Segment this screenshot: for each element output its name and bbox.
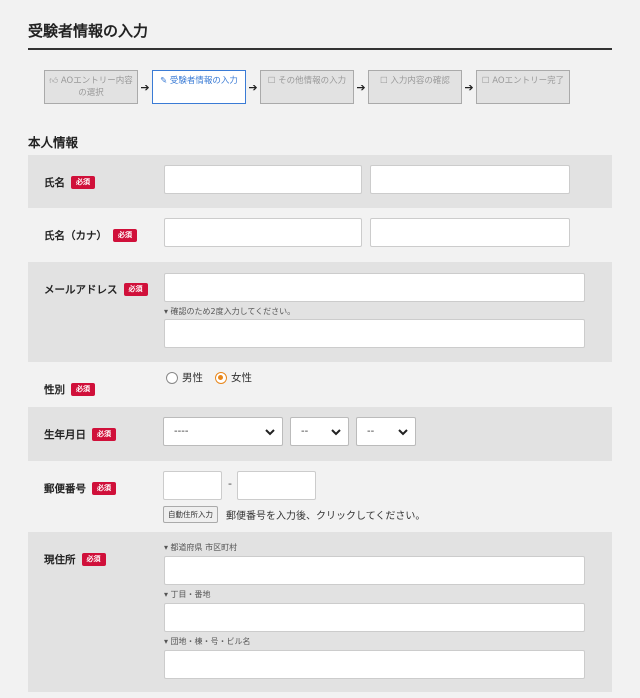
arrow-right-icon: ➔ bbox=[356, 80, 366, 94]
required-badge: 必須 bbox=[71, 383, 95, 396]
step-label: AOエントリー内容の選択 bbox=[60, 76, 133, 98]
postal-code-first-input[interactable] bbox=[163, 471, 222, 500]
gender-option-label: 女性 bbox=[231, 372, 252, 384]
arrow-right-icon: ➔ bbox=[140, 80, 150, 94]
checkbox-icon: ☐ bbox=[267, 76, 276, 86]
address-label: 現住所 bbox=[44, 554, 76, 566]
address-sublabel-building: ▾ 団地・棟・号・ビル名 bbox=[164, 637, 251, 646]
birthdate-label: 生年月日 bbox=[44, 429, 86, 441]
required-badge: 必須 bbox=[113, 229, 137, 242]
radio-female[interactable] bbox=[215, 371, 227, 384]
step-label: 入力内容の確認 bbox=[390, 76, 450, 86]
required-badge: 必須 bbox=[92, 482, 116, 495]
birth-month-select[interactable]: -- bbox=[290, 417, 349, 446]
step-complete: ☐ AOエントリー完了 bbox=[476, 70, 570, 104]
kana-label: 氏名（カナ） bbox=[44, 230, 107, 242]
name-label: 氏名 bbox=[44, 177, 65, 189]
progress-steps: 👍︎ AOエントリー内容の選択 ➔ ✎ 受験者情報の入力 ➔ ☐ その他情報の入… bbox=[44, 70, 570, 104]
birth-year-select[interactable]: ---- bbox=[163, 417, 283, 446]
last-name-input[interactable] bbox=[164, 165, 362, 194]
chevron-down-icon bbox=[398, 429, 408, 436]
checkbox-icon: ☐ bbox=[380, 76, 388, 86]
step-applicant-info: ✎ 受験者情報の入力 bbox=[152, 70, 246, 104]
checkbox-icon: ☐ bbox=[481, 76, 490, 86]
gender-row: 性別 必須 男性 女性 bbox=[28, 362, 612, 407]
kana-row: 氏名（カナ） 必須 bbox=[28, 208, 612, 262]
address-label-group: 現住所 必須 bbox=[44, 552, 106, 567]
gender-radio-group: 男性 女性 bbox=[166, 370, 258, 385]
select-value: -- bbox=[301, 426, 309, 437]
edit-icon: ✎ bbox=[160, 76, 168, 86]
required-badge: 必須 bbox=[123, 283, 148, 296]
email-row: メールアドレス 必須 ▾ 確認のため2度入力してください。 bbox=[28, 262, 612, 362]
birthdate-label-group: 生年月日 必須 bbox=[44, 427, 116, 442]
postal-separator: - bbox=[228, 477, 232, 490]
thumbs-up-icon: 👍︎ bbox=[49, 76, 59, 86]
last-name-kana-input[interactable] bbox=[164, 218, 362, 247]
arrow-right-icon: ➔ bbox=[248, 80, 258, 94]
arrow-right-icon: ➔ bbox=[464, 80, 474, 94]
postal-code-second-input[interactable] bbox=[237, 471, 316, 500]
street-address-input[interactable] bbox=[164, 603, 585, 632]
name-row: 氏名 必須 bbox=[28, 155, 612, 208]
email-confirm-note: ▾ 確認のため2度入力してください。 bbox=[164, 307, 296, 316]
address-sublabel-city: ▾ 都道府県 市区町村 bbox=[164, 543, 238, 552]
email-confirm-input[interactable] bbox=[164, 319, 585, 348]
name-label-group: 氏名 必須 bbox=[44, 175, 95, 190]
step-label: 受験者情報の入力 bbox=[169, 76, 238, 86]
gender-option-label: 男性 bbox=[182, 372, 203, 384]
gender-label: 性別 bbox=[44, 384, 65, 396]
postal-label-group: 郵便番号 必須 bbox=[44, 481, 116, 496]
first-name-input[interactable] bbox=[370, 165, 570, 194]
required-badge: 必須 bbox=[92, 428, 116, 441]
gender-option-female[interactable]: 女性 bbox=[215, 370, 252, 385]
section-title: 本人情報 bbox=[28, 135, 79, 150]
select-value: -- bbox=[367, 426, 375, 437]
step-ao-entry-selection: 👍︎ AOエントリー内容の選択 bbox=[44, 70, 138, 104]
radio-male[interactable] bbox=[166, 371, 178, 384]
email-input[interactable] bbox=[164, 273, 585, 302]
address-sublabel-street: ▾ 丁目・番地 bbox=[164, 590, 211, 599]
auto-address-button[interactable]: 自動住所入力 bbox=[163, 506, 218, 523]
chevron-down-icon bbox=[331, 429, 341, 436]
required-badge: 必須 bbox=[71, 176, 95, 189]
email-label-group: メールアドレス 必須 bbox=[44, 282, 148, 297]
title-divider bbox=[28, 48, 612, 50]
page-title: 受験者情報の入力 bbox=[28, 22, 149, 40]
step-label: その他情報の入力 bbox=[278, 76, 347, 86]
kana-label-group: 氏名（カナ） 必須 bbox=[44, 228, 137, 243]
step-confirm: ☐ 入力内容の確認 bbox=[368, 70, 462, 104]
chevron-down-icon bbox=[265, 429, 275, 436]
prefecture-city-input[interactable] bbox=[164, 556, 585, 585]
step-label: AOエントリー完了 bbox=[492, 76, 565, 86]
gender-label-group: 性別 必須 bbox=[44, 382, 95, 397]
first-name-kana-input[interactable] bbox=[370, 218, 570, 247]
gender-option-male[interactable]: 男性 bbox=[166, 370, 203, 385]
step-other-info: ☐ その他情報の入力 bbox=[260, 70, 354, 104]
required-badge: 必須 bbox=[81, 553, 106, 566]
email-label: メールアドレス bbox=[44, 284, 118, 296]
birthdate-row: 生年月日 必須 ---- -- -- bbox=[28, 407, 612, 461]
postal-label: 郵便番号 bbox=[44, 483, 86, 495]
building-input[interactable] bbox=[164, 650, 585, 679]
postal-row: 郵便番号 必須 - 自動住所入力 郵便番号を入力後、クリックしてください。 bbox=[28, 461, 612, 532]
address-row: 現住所 必須 ▾ 都道府県 市区町村 ▾ 丁目・番地 ▾ 団地・棟・号・ビル名 bbox=[28, 532, 612, 692]
birth-day-select[interactable]: -- bbox=[356, 417, 416, 446]
postal-hint: 郵便番号を入力後、クリックしてください。 bbox=[226, 511, 426, 522]
select-value: ---- bbox=[174, 426, 189, 437]
